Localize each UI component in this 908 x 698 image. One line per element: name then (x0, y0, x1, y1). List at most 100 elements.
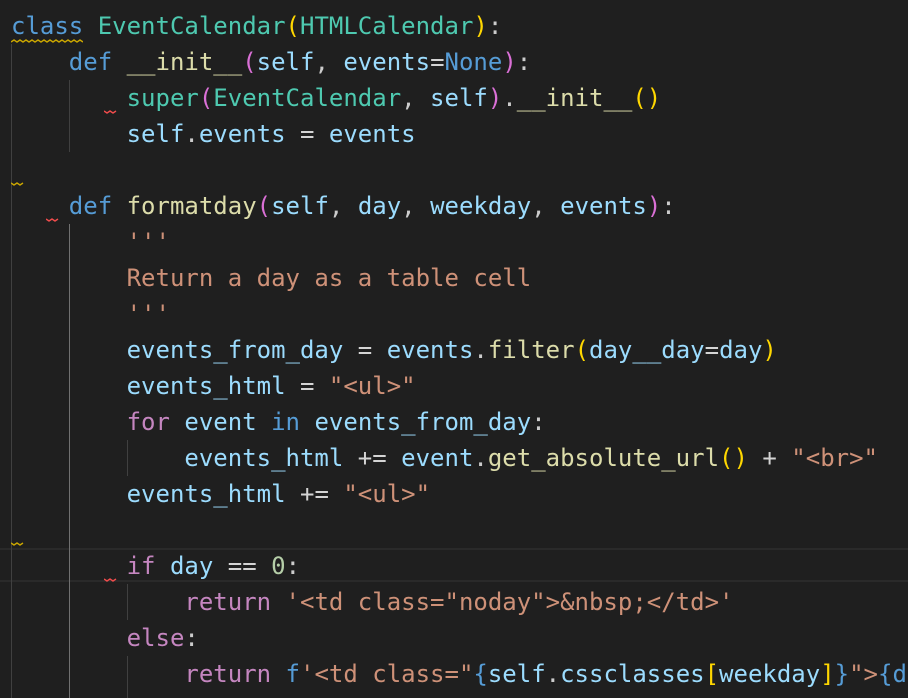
code-token: += (285, 480, 344, 508)
code-token: = (343, 336, 387, 364)
code-token: '<td class="noday">&nbsp;</td>' (285, 588, 734, 616)
code-token: events_html (126, 480, 286, 508)
code-token: {da (878, 660, 908, 688)
code-token: , (531, 192, 561, 220)
code-token: ( (198, 84, 214, 112)
code-line[interactable]: Return a day as a table cell (11, 260, 532, 296)
code-token: for (126, 408, 170, 436)
code-token: event (184, 408, 257, 436)
code-line[interactable]: else: (11, 620, 199, 656)
code-token: , (328, 192, 358, 220)
code-token: day (719, 336, 763, 364)
code-token: Return a day as a table cell (126, 264, 532, 292)
code-token: . (473, 444, 488, 472)
code-token: class (11, 12, 84, 40)
code-token: . (473, 336, 488, 364)
code-token: ) (646, 192, 662, 220)
code-token: super (126, 84, 199, 112)
code-token: events (560, 192, 647, 220)
warning-squiggle (11, 542, 24, 546)
code-token: formatday (126, 192, 257, 220)
code-line[interactable]: if day == 0: (11, 548, 300, 584)
code-token: "<br>" (791, 444, 878, 472)
code-token: day__day (589, 336, 705, 364)
code-token: () (632, 84, 662, 112)
code-token: ) (487, 84, 503, 112)
code-token: self (430, 84, 488, 112)
code-token: , (401, 192, 431, 220)
code-line[interactable]: events_html += event.get_absolute_url() … (11, 440, 878, 476)
code-token: ] (820, 660, 835, 688)
code-token: : (661, 192, 676, 220)
code-token: events_from_day (314, 408, 532, 436)
code-token: ) (762, 336, 777, 364)
code-token: self (487, 660, 546, 688)
code-line[interactable]: return f'<td class="{self.cssclasses[wee… (11, 656, 908, 692)
code-token: events (198, 120, 286, 148)
code-line[interactable]: return '<td class="noday">&nbsp;</td>' (11, 584, 733, 620)
code-line[interactable]: events_html = "<ul>" (11, 368, 416, 404)
code-line[interactable]: for event in events_from_day: (11, 404, 546, 440)
code-token: ) (502, 48, 517, 76)
code-token: f (285, 660, 300, 688)
code-token: = (704, 336, 720, 364)
code-line[interactable]: self.events = events (11, 116, 416, 152)
code-token: = (285, 372, 329, 400)
code-token: , (401, 84, 431, 112)
code-token: : (184, 624, 199, 652)
code-line[interactable]: def __init__(self, events=None): (11, 44, 531, 80)
code-token: return (184, 588, 272, 616)
code-line[interactable]: ''' (11, 296, 170, 332)
code-token: : (516, 48, 532, 76)
code-editor[interactable]: class EventCalendar(HTMLCalendar): def _… (0, 0, 908, 698)
code-token: + (747, 444, 792, 472)
code-token: get_absolute_url (487, 444, 720, 472)
code-token: [ (704, 660, 720, 688)
code-token: : (285, 552, 301, 580)
code-token: "<ul>" (328, 372, 416, 400)
code-line[interactable]: class EventCalendar(HTMLCalendar): (11, 8, 502, 44)
code-line[interactable]: events_html += "<ul>" (11, 476, 430, 512)
code-token: __init__ (516, 84, 633, 112)
code-token: in (271, 408, 301, 436)
code-token: cssclasses (560, 660, 705, 688)
code-token: event (401, 444, 474, 472)
code-token: 0 (271, 552, 286, 580)
code-token: __init__ (126, 48, 243, 76)
code-token: . (184, 120, 199, 148)
code-token: events (386, 336, 474, 364)
code-line[interactable]: events_from_day = events.filter(day__day… (11, 332, 777, 368)
code-token: day (169, 552, 214, 580)
warning-squiggle (11, 39, 83, 43)
code-token: = (430, 48, 445, 76)
code-line[interactable]: def formatday(self, day, weekday, events… (11, 188, 676, 224)
code-token: '<td class=" (300, 660, 474, 688)
code-token: () (719, 444, 748, 472)
code-line[interactable]: ''' (11, 224, 170, 260)
code-token: ( (285, 12, 300, 40)
code-token: def (68, 48, 113, 76)
code-token: return (184, 660, 272, 688)
code-token: "> (849, 660, 879, 688)
code-token: } (834, 660, 850, 688)
code-token: else (126, 624, 185, 652)
code-token: ''' (126, 300, 170, 328)
code-token: ) (473, 12, 488, 40)
error-squiggle (104, 110, 117, 114)
code-token: . (502, 84, 517, 112)
code-token: self (256, 48, 315, 76)
code-token: : (531, 408, 546, 436)
